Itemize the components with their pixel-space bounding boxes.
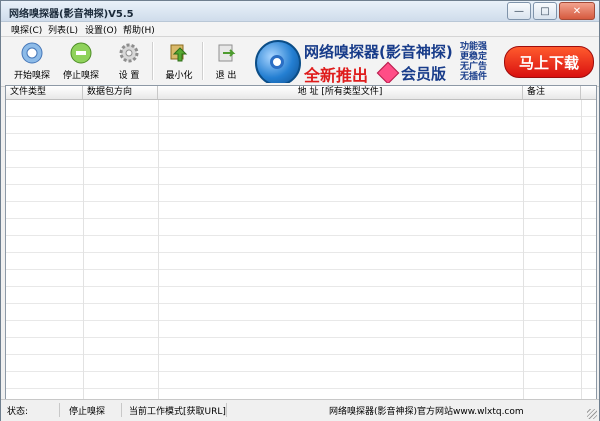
- menu-list[interactable]: 列表(L): [48, 23, 78, 36]
- capture-list[interactable]: 文件类型 数据包方向 地 址 [所有类型文件] 备注: [5, 85, 597, 400]
- column-file-type[interactable]: 文件类型: [6, 86, 83, 99]
- banner-member-label: 会员版: [401, 65, 447, 83]
- download-button[interactable]: 马上下载: [504, 46, 594, 78]
- promo-banner[interactable]: 网络嗅探器(影音神探) 全新推出 会员版 功能强 更稳定 无广告 无插件 马上下…: [255, 40, 595, 83]
- minimize-button[interactable]: —: [507, 2, 531, 20]
- status-separator: [121, 403, 122, 417]
- window-controls: — □ ✕: [507, 2, 595, 20]
- disc-logo-icon: [255, 40, 301, 83]
- banner-feature: 功能强: [460, 42, 488, 52]
- banner-subtitle: 全新推出: [304, 66, 369, 83]
- stop-sniff-label: 停止嗅探: [62, 71, 99, 81]
- settings-button[interactable]: 设 置: [108, 41, 150, 83]
- minimize-tool-button[interactable]: 最小化: [158, 41, 200, 83]
- list-header: 文件类型 数据包方向 地 址 [所有类型文件] 备注: [6, 86, 596, 100]
- column-address[interactable]: 地 址 [所有类型文件]: [158, 86, 523, 99]
- exit-button[interactable]: 退 出: [205, 41, 247, 83]
- menu-sniff[interactable]: 嗅探(C): [11, 23, 42, 36]
- title-bar: 网络嗅探器(影音神探)V5.5 — □ ✕: [1, 1, 599, 22]
- list-body[interactable]: [6, 100, 596, 399]
- banner-features: 功能强 更稳定 无广告 无插件: [460, 42, 500, 82]
- grid-line: [581, 100, 582, 399]
- menu-bar: 嗅探(C) 列表(L) 设置(O) 帮助(H): [1, 22, 599, 37]
- exit-label: 退 出: [215, 71, 237, 81]
- status-separator: [59, 403, 60, 417]
- start-sniff-button[interactable]: 开始嗅探: [11, 41, 53, 83]
- column-notes[interactable]: 备注: [523, 86, 581, 99]
- status-separator: [226, 403, 227, 417]
- maximize-button[interactable]: □: [533, 2, 557, 20]
- banner-title: 网络嗅探器(影音神探): [304, 43, 453, 61]
- status-label: 状态:: [7, 407, 29, 417]
- banner-feature: 无广告: [460, 62, 488, 72]
- banner-feature: 更稳定: [460, 52, 488, 62]
- resize-grip-icon[interactable]: [587, 409, 597, 419]
- column-packet-direction[interactable]: 数据包方向: [83, 86, 158, 99]
- window-title: 网络嗅探器(影音神探)V5.5: [9, 9, 134, 20]
- minimize-icon: [167, 41, 191, 65]
- status-bar: 状态: 停止嗅探 当前工作模式[获取URL] 网络嗅探器(影音神探)官方网站ww…: [1, 399, 599, 421]
- gem-icon: [376, 61, 400, 83]
- app-window: 网络嗅探器(影音神探)V5.5 — □ ✕ 嗅探(C) 列表(L) 设置(O) …: [0, 0, 600, 421]
- banner-feature: 无插件: [460, 72, 488, 82]
- menu-settings[interactable]: 设置(O): [85, 23, 117, 36]
- status-website[interactable]: 网络嗅探器(影音神探)官方网站www.wlxtq.com: [329, 404, 524, 417]
- settings-label: 设 置: [118, 71, 140, 81]
- grid-line: [83, 100, 84, 399]
- close-button[interactable]: ✕: [559, 2, 595, 20]
- toolbar-separator: [152, 42, 154, 80]
- status-mode: 当前工作模式[获取URL]: [129, 407, 226, 417]
- toolbar-separator: [202, 42, 204, 80]
- toolbar: 开始嗅探 停止嗅探 设 置 最小化 退 出 网络嗅探器(影音神探) 全新推出 会…: [1, 37, 599, 87]
- stop-sniff-button[interactable]: 停止嗅探: [60, 41, 102, 83]
- gear-icon: [117, 41, 141, 65]
- stop-sniff-icon: [69, 41, 93, 65]
- status-state: 停止嗅探: [69, 407, 106, 417]
- exit-icon: [214, 41, 238, 65]
- menu-help[interactable]: 帮助(H): [123, 23, 155, 36]
- start-sniff-icon: [20, 41, 44, 65]
- minimize-tool-label: 最小化: [165, 71, 193, 81]
- column-filler: [581, 86, 596, 99]
- grid-line: [523, 100, 524, 399]
- start-sniff-label: 开始嗅探: [13, 71, 50, 81]
- grid-line: [158, 100, 159, 399]
